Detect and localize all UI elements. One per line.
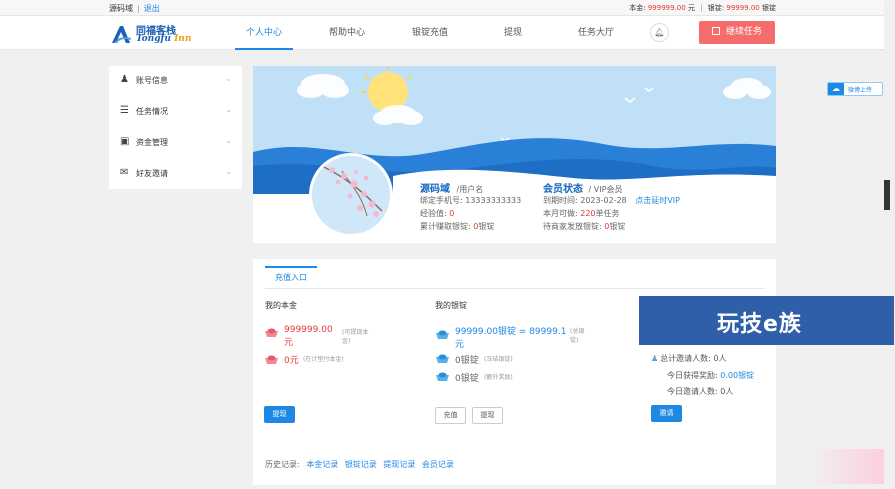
ingot-note: (总银 锭) (570, 328, 585, 344)
principal-title: 我的本金 (265, 301, 297, 310)
ingot-blue-icon (436, 330, 449, 339)
ingot-frozen-note: (冻结银锭) (484, 356, 513, 363)
user-links: 源码域 | 退出 (109, 4, 160, 13)
history-ingot-link[interactable]: 银锭记录 (345, 460, 377, 469)
principal-frozen-note: (在计垫付本金) (303, 356, 344, 363)
header: 同福客栈 Tongfu Inn 个人中心 帮助中心 银锭充值 提现 任务大厅 🔔… (0, 16, 884, 50)
month-quota-line: 本月可做: 220单任务 (543, 209, 620, 218)
principal-balance: 999999.00 (647, 4, 686, 12)
principal-frozen: 0元 (284, 356, 299, 366)
sidebar-item-invite[interactable]: ✉ 好友邀请 ⌄ (109, 159, 242, 189)
nav-task-hall[interactable]: 任务大厅 (567, 16, 625, 50)
task-icon (711, 27, 720, 35)
watermark-banner: 玩技e族 (639, 296, 894, 345)
bell-icon[interactable]: 🔔︎ (650, 23, 669, 42)
chevron-down-icon: ⌄ (225, 167, 232, 176)
logo-mark-icon (112, 26, 131, 43)
avatar[interactable] (309, 153, 393, 237)
invite-today-count: 今日邀请人数: 0人 (667, 387, 734, 396)
ingot-extra-note: (额外奖励) (484, 374, 513, 381)
scrollbar-marker[interactable] (884, 180, 890, 210)
ingot-extra: 0银锭 (455, 374, 479, 384)
sidebar-item-tasks[interactable]: ☰ 任务情况 ⌄ (109, 97, 242, 127)
invite-total: ♟ 总计邀请人数: 0人 (651, 354, 727, 363)
ingot-withdraw-button[interactable]: 提现 (472, 407, 503, 424)
phone-number: 13333333333 (465, 196, 522, 205)
money-icon: ▣ (120, 136, 130, 147)
tab-recharge[interactable]: 充值入口 (265, 266, 317, 288)
history-withdraw-link[interactable]: 提现记录 (383, 460, 415, 469)
logout-link[interactable]: 退出 (144, 4, 160, 13)
withdraw-button[interactable]: 提现 (264, 406, 295, 423)
site-logo[interactable]: 同福客栈 Tongfu Inn (110, 22, 192, 46)
nav-ingot-recharge[interactable]: 银锭充值 (401, 16, 459, 50)
principal-amount: 999999.00 元 (284, 325, 333, 348)
chevron-down-icon: ⌄ (225, 105, 232, 114)
pending-line: 待商家发放银锭: 0银锭 (543, 222, 626, 231)
ingot-red-icon (265, 355, 278, 364)
chevron-down-icon: ⌄ (225, 74, 232, 83)
nav-personal-center[interactable]: 个人中心 (235, 16, 293, 50)
user-icon: ♟ (120, 74, 129, 85)
invite-button[interactable]: 邀请 (651, 405, 682, 422)
users-icon: ♟ (651, 354, 659, 363)
share-button[interactable]: ☁ 微博上传 (827, 82, 883, 96)
nav-withdraw[interactable]: 提现 (484, 16, 542, 50)
history-vip-link[interactable]: 会员记录 (422, 460, 454, 469)
cloud-upload-icon: ☁ (828, 83, 844, 95)
history-links: 历史记录: 本金记录 银锭记录 提现记录 会员记录 (265, 460, 454, 469)
username-link[interactable]: 源码域 (109, 4, 133, 13)
nav-help-center[interactable]: 帮助中心 (318, 16, 376, 50)
invite-today-reward: 今日获得奖励: 0.00银锭 (667, 371, 755, 380)
recharge-button[interactable]: 充值 (435, 407, 466, 424)
phone-line: 绑定手机号: 13333333333 (420, 196, 522, 205)
expire-line: 到期时间: 2023-02-28 点击延时VIP (543, 196, 680, 205)
sidebar: ♟ 账号信息 ⌄ ☰ 任务情况 ⌄ ▣ 资金管理 ⌄ ✉ 好友邀请 ⌄ (109, 66, 242, 189)
profile-card: 源码域 /用户名 绑定手机号: 13333333333 经验值: 0 累计赚取银… (253, 66, 776, 243)
ingot-blue-icon (436, 372, 449, 381)
total-earned-line: 累计赚取银锭: 0银锭 (420, 222, 495, 231)
tab-divider (265, 288, 765, 289)
ingot-blue-icon (436, 354, 449, 363)
decorative-gradient (808, 449, 884, 484)
balance-summary: 本金: 999999.00 元 | 银锭: 99999.00 银锭 (629, 4, 776, 12)
exp-line: 经验值: 0 (420, 209, 455, 218)
profile-name: 源码域 (420, 184, 450, 195)
ingot-balance: 99999.00 (726, 4, 760, 12)
continue-task-button[interactable]: 继续任务 (699, 21, 775, 44)
mail-icon: ✉ (120, 167, 129, 178)
history-principal-link[interactable]: 本金记录 (306, 460, 338, 469)
sidebar-item-account[interactable]: ♟ 账号信息 ⌄ (109, 66, 242, 96)
ingot-frozen: 0银锭 (455, 356, 479, 366)
ingot-amount: 99999.00银锭 = 89999.1 元 (455, 327, 567, 350)
chevron-down-icon: ⌄ (225, 136, 232, 145)
top-bar: 源码域 | 退出 本金: 999999.00 元 | 银锭: 99999.00 银锭 (0, 0, 884, 16)
funds-panel: 充值入口 我的本金 999999.00 元 (可提现本 金) 0元 (在计垫付本金)… (253, 259, 776, 485)
ingot-title: 我的银锭 (435, 301, 467, 310)
vip-status-line: 会员状态 / VIP会员 (543, 184, 623, 195)
ingot-red-icon (265, 328, 278, 337)
renew-vip-link[interactable]: 点击延时VIP (635, 196, 680, 205)
username-line: 源码域 /用户名 (420, 184, 484, 195)
sidebar-item-funds[interactable]: ▣ 资金管理 ⌄ (109, 128, 242, 158)
principal-note: (可提现本 金) (342, 329, 369, 345)
list-icon: ☰ (120, 105, 129, 116)
logo-en: Tongfu Inn (136, 34, 192, 44)
